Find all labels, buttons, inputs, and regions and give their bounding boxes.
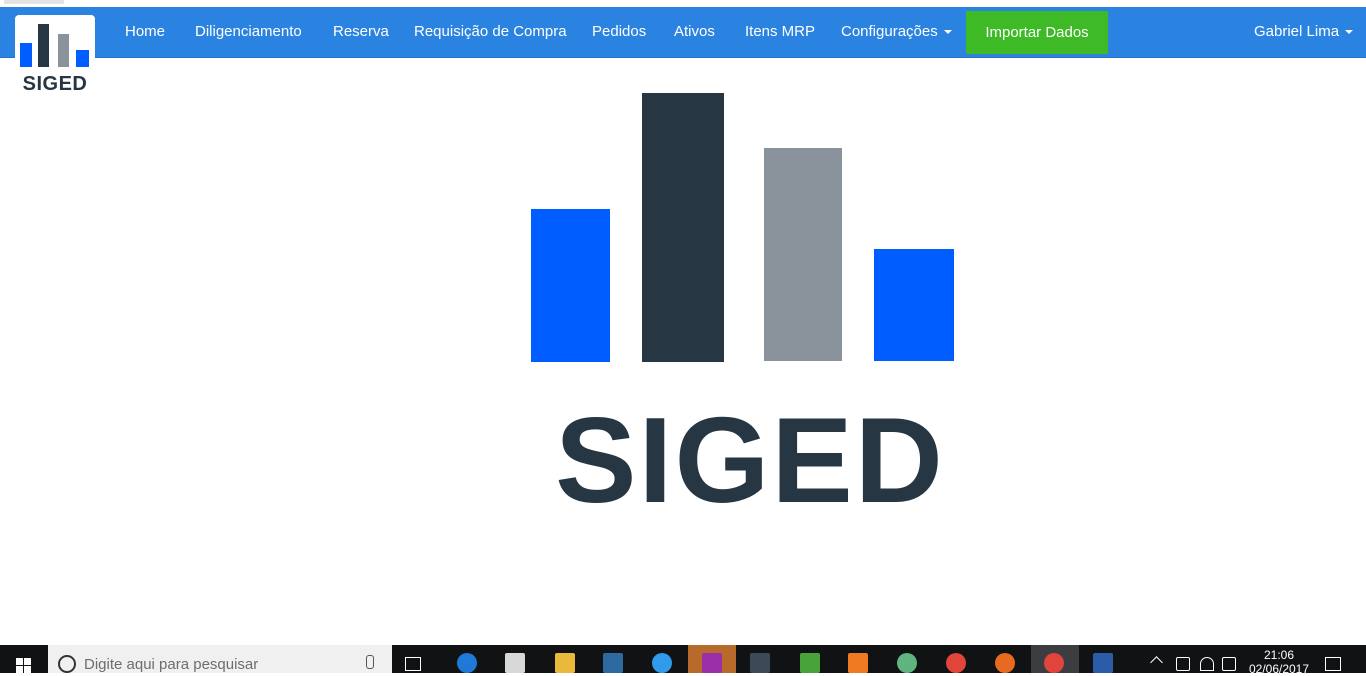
brand-logo[interactable]: SIGED xyxy=(15,15,95,95)
chrome-icon[interactable] xyxy=(1044,653,1064,673)
browser-top-strip xyxy=(0,0,1366,7)
browser-tab[interactable] xyxy=(4,0,64,4)
hero-bar-1 xyxy=(531,209,610,362)
windows-logo-icon xyxy=(24,658,31,665)
notification-icon[interactable] xyxy=(1325,657,1341,671)
logo-bar-4 xyxy=(76,50,89,67)
clock-date: 02/06/2017 xyxy=(1248,662,1310,676)
ie-icon[interactable] xyxy=(652,653,672,673)
windows-taskbar: Digite aqui para pesquisar 21:06 02/06/2… xyxy=(0,645,1366,676)
explorer-icon[interactable] xyxy=(555,653,575,673)
firefox-icon[interactable] xyxy=(995,653,1015,673)
nav-requisicao-de-compra[interactable]: Requisição de Compra xyxy=(414,7,567,57)
nav-diligenciamento[interactable]: Diligenciamento xyxy=(195,7,302,57)
nav-ativos[interactable]: Ativos xyxy=(674,7,715,57)
clock-time: 21:06 xyxy=(1263,648,1295,662)
task-view-icon[interactable] xyxy=(405,657,421,671)
microphone-icon[interactable] xyxy=(366,655,374,669)
caret-down-icon xyxy=(1345,30,1354,35)
caret-down-icon xyxy=(943,30,952,35)
windows-logo-icon xyxy=(24,666,31,673)
user-name: Gabriel Lima xyxy=(1254,23,1340,40)
store-icon[interactable] xyxy=(505,653,525,673)
start-button[interactable] xyxy=(0,645,48,673)
camtasia-icon[interactable] xyxy=(800,653,820,673)
hero-bar-3 xyxy=(764,148,842,361)
logo-bar-1 xyxy=(20,43,32,67)
edge-icon[interactable] xyxy=(457,653,477,673)
video-icon[interactable] xyxy=(750,653,770,673)
hero-bar-4 xyxy=(874,249,954,361)
hero-logo-text: SIGED xyxy=(555,392,945,528)
phpstorm-icon[interactable] xyxy=(702,653,722,673)
word-icon[interactable] xyxy=(1093,653,1113,673)
wifi-icon[interactable] xyxy=(1200,657,1214,671)
user-menu-dropdown[interactable]: Gabriel Lima xyxy=(1254,7,1354,57)
cortana-icon xyxy=(58,655,76,673)
taskbar-clock[interactable]: 21:06 02/06/2017 xyxy=(1244,648,1314,676)
xampp-icon[interactable] xyxy=(848,653,868,673)
search-placeholder: Digite aqui para pesquisar xyxy=(84,656,259,673)
nav-configuracoes-label: Configurações xyxy=(841,23,938,40)
sql-icon[interactable] xyxy=(603,653,623,673)
brand-text: SIGED xyxy=(22,73,88,95)
windows-logo-icon xyxy=(16,666,23,673)
logo-bar-3 xyxy=(58,34,69,67)
windows-logo-icon xyxy=(16,658,23,665)
taskbar-search-box[interactable]: Digite aqui para pesquisar xyxy=(48,645,392,673)
volume-icon[interactable] xyxy=(1222,657,1236,671)
nav-pedidos[interactable]: Pedidos xyxy=(592,7,646,57)
logo-bar-2 xyxy=(38,24,49,67)
import-data-button[interactable]: Importar Dados xyxy=(966,11,1108,54)
chrome-icon[interactable] xyxy=(946,653,966,673)
nav-itens-mrp[interactable]: Itens MRP xyxy=(745,7,815,57)
atom-icon[interactable] xyxy=(897,653,917,673)
nav-reserva[interactable]: Reserva xyxy=(333,7,389,57)
chevron-up-icon[interactable] xyxy=(1150,656,1163,669)
nav-home[interactable]: Home xyxy=(125,7,165,57)
nav-configuracoes-dropdown[interactable]: Configurações xyxy=(841,7,952,57)
battery-icon[interactable] xyxy=(1176,657,1190,671)
hero-bar-2 xyxy=(642,93,724,362)
